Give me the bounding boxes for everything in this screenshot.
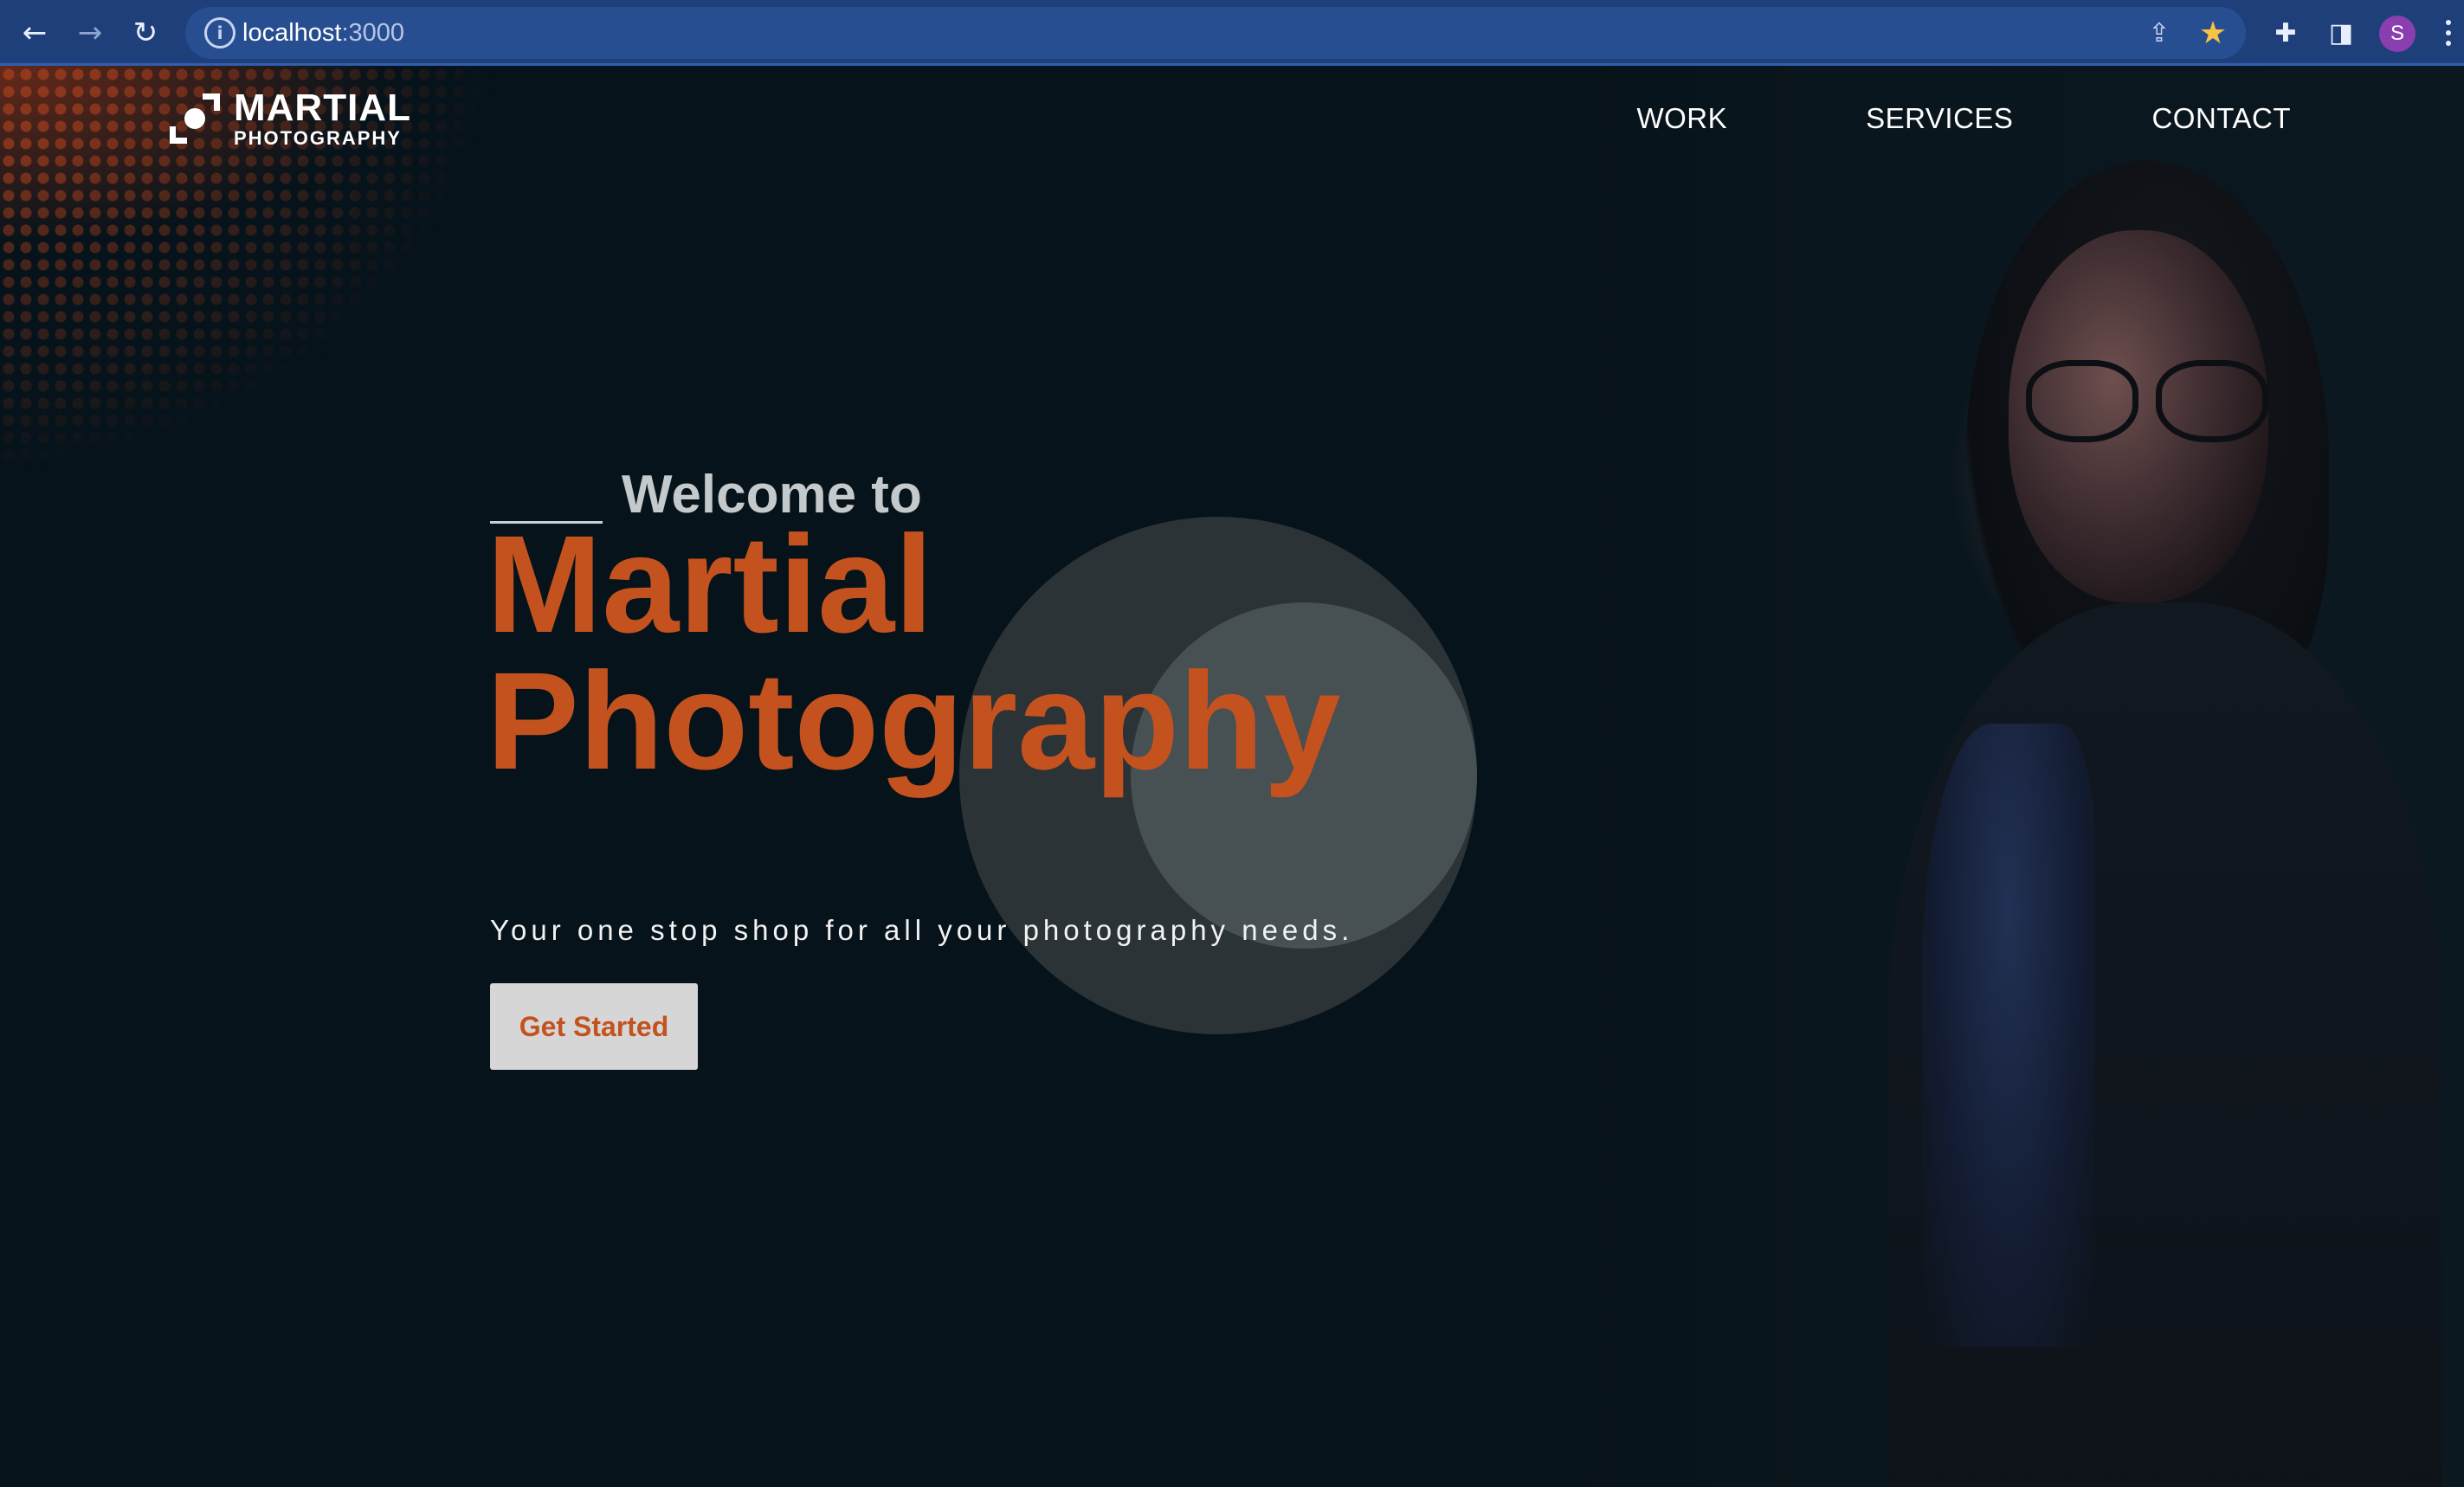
logo-text: MARTIAL PHOTOGRAPHY [234, 89, 411, 148]
bookmark-star-icon[interactable]: ★ [2197, 16, 2229, 51]
portrait-blouse [1922, 724, 2095, 1347]
hero-title: Martial Photography [487, 515, 1341, 790]
get-started-button[interactable]: Get Started [490, 983, 698, 1070]
profile-avatar[interactable]: S [2379, 16, 2416, 52]
nav-work[interactable]: WORK [1636, 102, 1727, 135]
hero-tagline: Your one stop shop for all your photogra… [490, 914, 1354, 946]
site-logo[interactable]: MARTIAL PHOTOGRAPHY [170, 88, 411, 149]
menu-kebab-icon[interactable] [2438, 12, 2459, 54]
nav-services[interactable]: SERVICES [1866, 102, 2013, 135]
share-icon[interactable]: ⇪ [2144, 17, 2175, 48]
logo-mark-icon [170, 93, 220, 144]
side-panel-icon[interactable]: ◨ [2324, 16, 2358, 50]
url-port: :3000 [341, 19, 405, 47]
portrait-glasses [2026, 360, 2286, 447]
url-host: localhost [242, 19, 342, 47]
forward-icon[interactable]: → [69, 12, 111, 54]
url-text[interactable]: localhost:3000 [242, 19, 404, 48]
logo-subtitle: PHOTOGRAPHY [234, 127, 402, 149]
main-nav: WORK SERVICES CONTACT [1636, 102, 2291, 135]
page-content: MARTIAL PHOTOGRAPHY WORK SERVICES CONTAC… [0, 66, 2464, 1487]
hero-title-line2: Photography [487, 643, 1341, 798]
site-info-icon[interactable]: i [204, 17, 235, 48]
reload-icon[interactable]: ↻ [125, 12, 166, 54]
back-icon[interactable]: ← [14, 12, 55, 54]
hero-portrait-photo [1558, 66, 2464, 1487]
hero-title-line1: Martial [487, 506, 933, 661]
logo-title: MARTIAL [234, 87, 411, 129]
browser-toolbar: ← → ↻ i localhost:3000 ⇪ ★ ✚ ◨ S [0, 0, 2464, 66]
extensions-icon[interactable]: ✚ [2268, 16, 2303, 50]
address-bar[interactable]: i localhost:3000 ⇪ ★ [185, 7, 2246, 59]
nav-contact[interactable]: CONTACT [2151, 102, 2291, 135]
